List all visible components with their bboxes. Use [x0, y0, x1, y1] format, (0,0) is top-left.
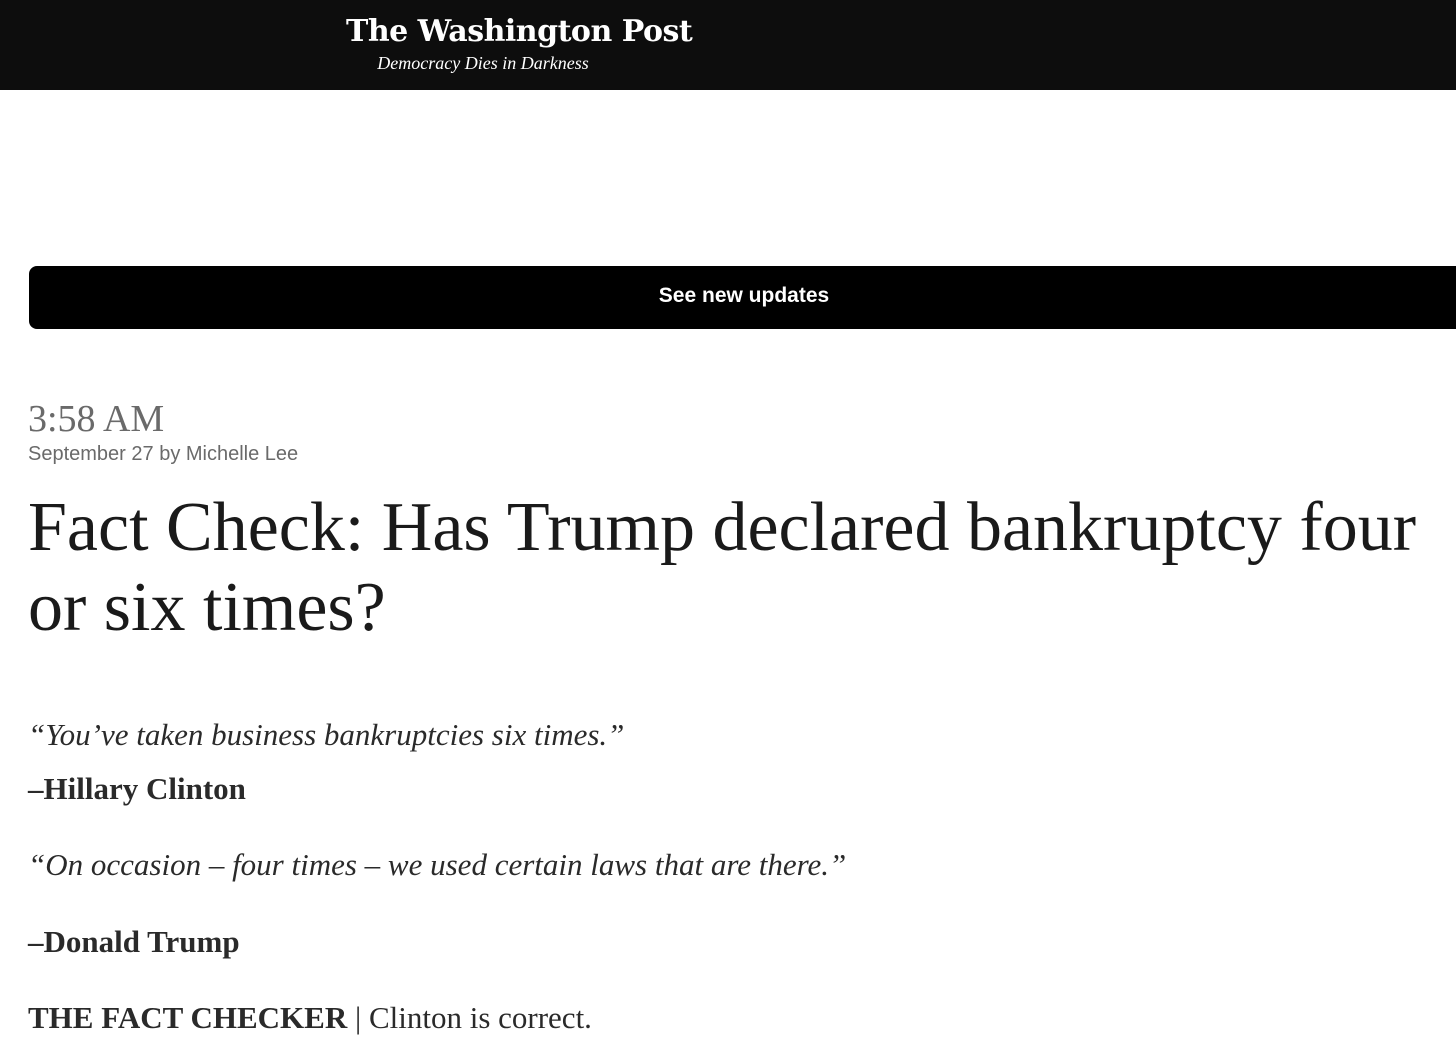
post-timestamp: 3:58 AM: [28, 398, 165, 440]
site-header: The Washington Post Democracy Dies in Da…: [0, 0, 1456, 90]
post-byline: September 27 by Michelle Lee: [28, 443, 299, 465]
verdict-separator: |: [347, 1000, 369, 1035]
verdict-text: Clinton is correct.: [368, 1000, 592, 1035]
fact-checker-label: THE FACT CHECKER: [28, 1000, 348, 1035]
brand-name[interactable]: The Washington Post: [346, 12, 693, 52]
see-new-updates-button[interactable]: See new updates: [29, 266, 1456, 329]
site-logo[interactable]: The Washington Post Democracy Dies in Da…: [346, 12, 693, 74]
brand-tagline: Democracy Dies in Darkness: [377, 53, 589, 73]
post-headline: Fact Check: Has Trump declared bankruptc…: [28, 489, 1417, 646]
quote-clinton: “You’ve taken business bankruptcies six …: [28, 717, 625, 752]
quote-trump: “On occasion – four times – we used cert…: [28, 847, 847, 882]
see-new-updates-label: See new updates: [658, 284, 830, 307]
quote-attribution-trump: –Donald Trump: [28, 924, 240, 959]
quote-attribution-clinton: –Hillary Clinton: [28, 771, 246, 806]
fact-check-verdict: THE FACT CHECKER | Clinton is correct.: [28, 999, 592, 1037]
